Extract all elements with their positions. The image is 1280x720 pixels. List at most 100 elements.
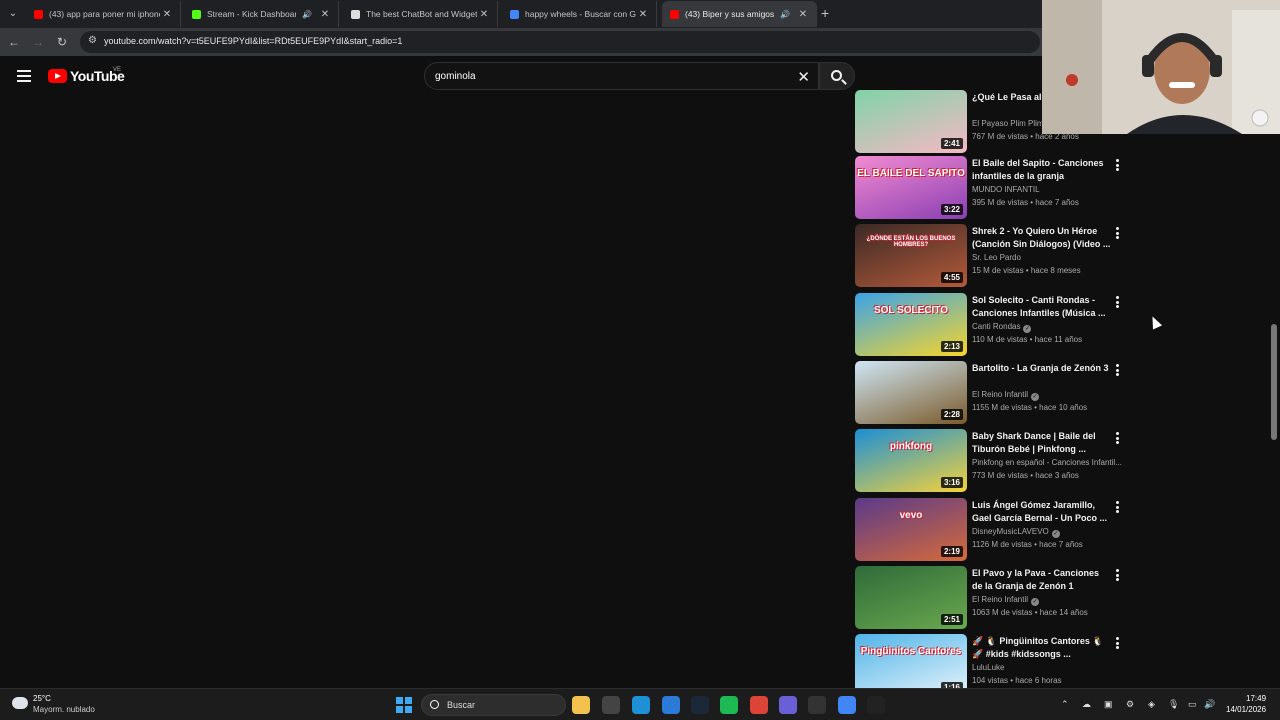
video-title[interactable]: Bartolito - La Granja de Zenón 3 xyxy=(972,362,1112,375)
channel-name-row[interactable]: Canti Rondas ✓ xyxy=(972,322,1122,333)
channel-name-row[interactable]: El Reino Infantil ✓ xyxy=(972,390,1122,401)
shield-tray-icon[interactable]: ◈ xyxy=(1148,699,1155,710)
page-scrollbar[interactable] xyxy=(1270,96,1278,688)
obs-icon[interactable] xyxy=(779,696,797,714)
playlist-item[interactable]: 2:51 El Pavo y la Pava - Canciones de la … xyxy=(855,566,1135,630)
chrome-alt-icon[interactable] xyxy=(838,696,856,714)
video-thumbnail[interactable]: SOL SOLECITO 2:13 xyxy=(855,293,967,356)
settings-tray-icon[interactable]: ⚙ xyxy=(1126,699,1134,710)
close-tab-icon[interactable]: ✕ xyxy=(636,9,650,20)
video-thumbnail[interactable]: ¿DÓNDE ESTÁN LOS BUENOS HOMBRES? 4:55 xyxy=(855,224,967,287)
browser-tab[interactable]: (43) Biper y sus amigos - El 🔊 ✕ xyxy=(662,1,817,27)
channel-name[interactable]: Canti Rondas xyxy=(972,322,1020,331)
channel-name[interactable]: Pinkfong en español - Canciones Infantil… xyxy=(972,458,1122,467)
channel-name-row[interactable]: LuluLuke xyxy=(972,663,1122,672)
channel-name[interactable]: MUNDO INFANTIL xyxy=(972,185,1040,194)
browser-tab[interactable]: happy wheels - Buscar con Goo ✕ xyxy=(502,1,657,27)
spotify-icon[interactable] xyxy=(720,696,738,714)
taskbar-search-input[interactable]: Buscar xyxy=(421,694,566,716)
url-text[interactable]: youtube.com/watch?v=t5EUFE9PYdI&list=RDt… xyxy=(104,36,402,46)
video-thumbnail[interactable]: 2:41 xyxy=(855,90,967,153)
steam-icon[interactable] xyxy=(691,696,709,714)
windows-start-icon[interactable] xyxy=(396,697,412,713)
microphone-icon[interactable]: 🎙 xyxy=(1168,699,1179,710)
playlist-item[interactable]: ¿DÓNDE ESTÁN LOS BUENOS HOMBRES? 4:55 Shre… xyxy=(855,224,1135,288)
weather-description[interactable]: Mayorm. nublado xyxy=(33,705,95,714)
playlist-item[interactable]: 2:28 Bartolito - La Granja de Zenón 3 El R… xyxy=(855,361,1135,425)
channel-name[interactable]: DisneyMusicLAVEVO xyxy=(972,527,1049,536)
tray-app-icon[interactable]: ▣ xyxy=(1104,699,1113,710)
app-icon[interactable] xyxy=(808,696,826,714)
weather-temperature[interactable]: 25°C xyxy=(33,694,51,703)
more-options-icon[interactable] xyxy=(1116,159,1120,173)
channel-name[interactable]: El Payaso Plim Plim xyxy=(972,119,1044,128)
search-input[interactable]: gominola ✕ xyxy=(424,62,819,90)
playlist-item[interactable]: pinkfong 3:16 Baby Shark Dance | Baile del… xyxy=(855,429,1135,493)
video-thumbnail[interactable]: Pingüinitos Cantores 1:16 xyxy=(855,634,967,688)
browser-tab[interactable]: (43) app para poner mi iphone ✕ xyxy=(26,1,181,27)
site-info-icon[interactable]: ⚙ xyxy=(88,35,97,46)
close-tab-icon[interactable]: ✕ xyxy=(318,9,332,20)
more-options-icon[interactable] xyxy=(1116,227,1120,241)
cloud-weather-icon[interactable] xyxy=(12,697,28,709)
channel-name[interactable]: LuluLuke xyxy=(972,663,1004,672)
video-title[interactable]: Baby Shark Dance | Baile del Tiburón Beb… xyxy=(972,430,1112,456)
network-icon[interactable]: ▭ xyxy=(1188,699,1197,710)
playlist-item[interactable]: Pingüinitos Cantores 1:16 🚀 🐧 Pingüinitos … xyxy=(855,634,1135,688)
scrollbar-thumb[interactable] xyxy=(1271,324,1277,440)
video-title[interactable]: El Pavo y la Pava - Canciones de la Gran… xyxy=(972,567,1112,593)
channel-name[interactable]: El Reino Infantil xyxy=(972,390,1028,399)
more-options-icon[interactable] xyxy=(1116,637,1120,651)
speaker-icon[interactable]: 🔊 xyxy=(302,10,312,19)
edge-icon[interactable] xyxy=(632,696,650,714)
close-tab-icon[interactable]: ✕ xyxy=(477,9,491,20)
channel-name-row[interactable]: El Reino Infantil ✓ xyxy=(972,595,1122,606)
epic-icon[interactable] xyxy=(867,696,885,714)
more-options-icon[interactable] xyxy=(1116,569,1120,583)
video-title[interactable]: 🚀 🐧 Pingüinitos Cantores 🐧 🚀 #kids #kids… xyxy=(972,635,1112,661)
more-options-icon[interactable] xyxy=(1116,364,1120,378)
video-thumbnail[interactable]: vevo 2:19 xyxy=(855,498,967,561)
tab-search-chevron-icon[interactable]: ⌄ xyxy=(4,5,22,23)
chrome-icon[interactable] xyxy=(750,696,768,714)
search-value[interactable]: gominola xyxy=(435,71,476,82)
task-view-icon[interactable] xyxy=(602,696,620,714)
forward-arrow-icon[interactable]: → xyxy=(30,34,46,50)
cloud-tray-icon[interactable]: ☁ xyxy=(1082,699,1091,710)
more-options-icon[interactable] xyxy=(1116,432,1120,446)
chevron-up-icon[interactable]: ⌃ xyxy=(1061,699,1069,710)
playlist-item[interactable]: SOL SOLECITO 2:13 Sol Solecito - Canti Ron… xyxy=(855,293,1135,357)
more-options-icon[interactable] xyxy=(1116,296,1120,310)
search-button[interactable] xyxy=(819,62,855,90)
close-tab-icon[interactable]: ✕ xyxy=(796,9,810,20)
video-title[interactable]: Sol Solecito - Canti Rondas - Canciones … xyxy=(972,294,1112,320)
volume-icon[interactable]: 🔊 xyxy=(1204,699,1215,710)
clear-search-icon[interactable]: ✕ xyxy=(797,68,810,86)
more-options-icon[interactable] xyxy=(1116,501,1120,515)
channel-name-row[interactable]: DisneyMusicLAVEVO ✓ xyxy=(972,527,1122,538)
new-tab-button[interactable]: + xyxy=(821,5,829,21)
clock-time[interactable]: 17:49 xyxy=(1246,694,1266,703)
video-thumbnail[interactable]: 2:51 xyxy=(855,566,967,629)
channel-name[interactable]: Sr. Leo Pardo xyxy=(972,253,1021,262)
video-title[interactable]: Shrek 2 - Yo Quiero Un Héroe (Canción Si… xyxy=(972,225,1112,251)
reload-icon[interactable]: ↻ xyxy=(54,34,70,50)
video-thumbnail[interactable]: EL BAILE DEL SAPITO 3:22 xyxy=(855,156,967,219)
browser-tab[interactable]: The best ChatBot and Widgets ✕ xyxy=(343,1,498,27)
channel-name-row[interactable]: MUNDO INFANTIL xyxy=(972,185,1122,194)
speaker-icon[interactable]: 🔊 xyxy=(780,10,790,19)
back-arrow-icon[interactable]: ← xyxy=(6,34,22,50)
close-tab-icon[interactable]: ✕ xyxy=(160,9,174,20)
video-thumbnail[interactable]: 2:28 xyxy=(855,361,967,424)
store-icon[interactable] xyxy=(662,696,680,714)
hamburger-menu-icon[interactable] xyxy=(17,70,31,82)
youtube-logo-icon[interactable] xyxy=(48,69,67,83)
file-explorer-icon[interactable] xyxy=(572,696,590,714)
channel-name-row[interactable]: Pinkfong en español - Canciones Infantil… xyxy=(972,458,1122,467)
playlist-item[interactable]: EL BAILE DEL SAPITO 3:22 El Baile del Sapi… xyxy=(855,156,1135,220)
video-thumbnail[interactable]: pinkfong 3:16 xyxy=(855,429,967,492)
video-title[interactable]: El Baile del Sapito - Canciones infantil… xyxy=(972,157,1112,183)
clock-date[interactable]: 14/01/2026 xyxy=(1226,705,1266,714)
address-bar[interactable]: ⚙ youtube.com/watch?v=t5EUFE9PYdI&list=R… xyxy=(80,31,1040,53)
playlist-item[interactable]: vevo 2:19 Luis Ángel Gómez Jaramillo, Gael… xyxy=(855,498,1135,562)
